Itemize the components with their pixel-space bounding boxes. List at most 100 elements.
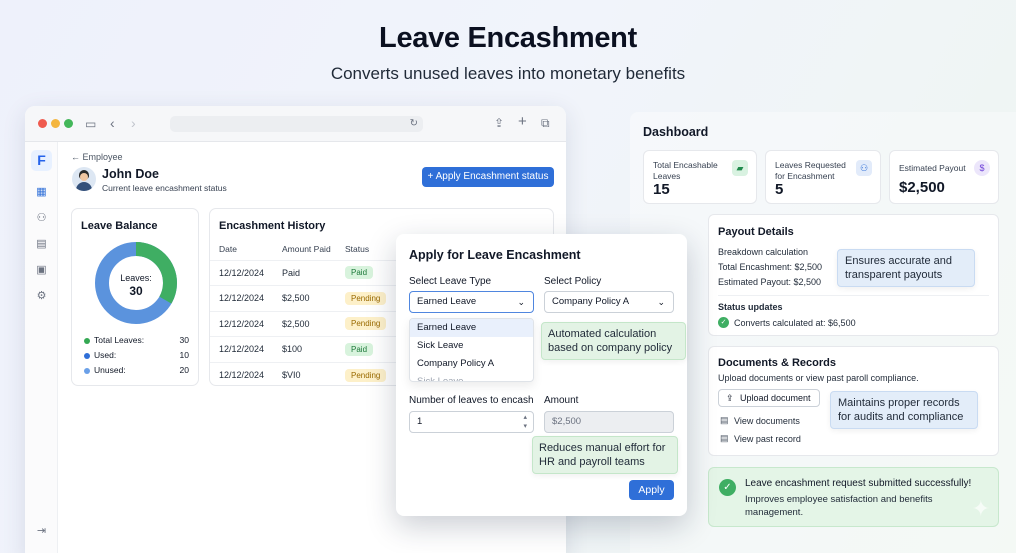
payout-title: Payout Details bbox=[718, 226, 794, 238]
calendar-icon[interactable]: ▣ bbox=[35, 264, 48, 277]
check-icon: ✓ bbox=[718, 317, 729, 328]
leave-balance-card: Leave Balance Leaves: 30 Total Leaves: 30… bbox=[71, 208, 199, 386]
amount-label: Amount bbox=[544, 395, 579, 406]
payout-total: Total Encashment: $2,500 bbox=[718, 262, 823, 272]
status-badge: Paid bbox=[345, 266, 374, 280]
upload-document-button[interactable]: ⇪ Upload document bbox=[718, 389, 820, 407]
tip-accurate-payouts: Ensures accurate and transparent payouts bbox=[837, 249, 975, 287]
leave-type-label: Select Leave Type bbox=[409, 276, 492, 287]
page-subtitle: Converts unused leaves into monetary ben… bbox=[330, 64, 686, 83]
legend-used: Used: 10 bbox=[84, 350, 189, 365]
dashboard-panel: Dashboard Total Encashable Leaves 15 ▰ L… bbox=[630, 112, 1016, 553]
employee-subtitle: Current leave encashment status bbox=[102, 183, 227, 193]
view-past-record-link[interactable]: View past record bbox=[734, 434, 801, 444]
leave-type-select[interactable]: Earned Leave ⌄ bbox=[409, 291, 534, 313]
tip-records: Maintains proper records for audits and … bbox=[830, 391, 978, 429]
back-link[interactable]: ← Employee bbox=[71, 152, 123, 162]
upload-icon: ⇪ bbox=[726, 393, 734, 403]
card-label: Leaves Requested for Encashment bbox=[775, 160, 846, 181]
col-date: Date bbox=[210, 238, 273, 261]
dashboard-icon[interactable]: ▦ bbox=[35, 186, 48, 199]
amount-field: $2,500 bbox=[544, 411, 674, 433]
modal-title: Apply for Leave Encashment bbox=[409, 248, 581, 262]
donut-center-label: Leaves: bbox=[120, 273, 152, 283]
history-title: Encashment History bbox=[219, 220, 326, 232]
policy-select[interactable]: Company Policy A ⌄ bbox=[544, 291, 674, 313]
card-label: Total Encashable Leaves bbox=[653, 160, 718, 181]
dropdown-option[interactable]: Earned Leave bbox=[410, 319, 533, 337]
users-icon[interactable]: ⚇ bbox=[35, 212, 48, 225]
legend-total: Total Leaves: 30 bbox=[84, 335, 189, 350]
leave-type-dropdown: Earned Leave Sick Leave Company Policy A… bbox=[409, 318, 534, 382]
close-dot[interactable] bbox=[38, 119, 47, 128]
sidebar-toggle-icon[interactable]: ▭ bbox=[85, 118, 96, 130]
app-sidebar: F ▦ ⚇ ▤ ▣ ⚙ ⇥ bbox=[25, 142, 58, 553]
apply-encashment-button[interactable]: + Apply Encashment status bbox=[422, 167, 554, 187]
tabs-icon[interactable]: ⧉ bbox=[541, 117, 550, 129]
reload-icon[interactable]: ↻ bbox=[410, 118, 418, 130]
dropdown-option[interactable]: Company Policy A bbox=[410, 355, 533, 373]
settings-icon[interactable]: ⚙ bbox=[35, 290, 48, 303]
new-tab-icon[interactable]: + bbox=[518, 114, 527, 129]
user-check-icon: ⚇ bbox=[856, 160, 872, 176]
status-badge: Paid bbox=[345, 342, 374, 356]
num-leaves-label: Number of leaves to encash bbox=[409, 395, 534, 406]
legend-unused: Unused: 20 bbox=[84, 365, 189, 380]
status-updates-title: Status updates bbox=[718, 302, 783, 312]
wallet-icon: ▰ bbox=[732, 160, 748, 176]
status-badge: Pending bbox=[345, 368, 387, 382]
stepper-icon[interactable]: ▴ ▾ bbox=[523, 413, 527, 431]
col-amount: Amount Paid bbox=[273, 238, 336, 261]
view-documents-link[interactable]: View documents bbox=[734, 416, 800, 426]
minimize-dot[interactable] bbox=[51, 119, 60, 128]
page-title: Leave Encashment bbox=[379, 22, 637, 54]
status-item: Converts calculated at: $6,500 bbox=[734, 318, 856, 328]
share-icon[interactable]: ⇪ bbox=[494, 117, 504, 129]
payout-breakdown: Breakdown calculation bbox=[718, 247, 809, 257]
avatar bbox=[72, 167, 96, 191]
chevron-down-icon: ⌄ bbox=[517, 297, 525, 307]
employee-name: John Doe bbox=[102, 167, 159, 181]
card-value: 5 bbox=[775, 181, 784, 198]
app-logo: F bbox=[31, 150, 52, 171]
payout-estimated: Estimated Payout: $2,500 bbox=[718, 277, 822, 287]
maximize-dot[interactable] bbox=[64, 119, 73, 128]
card-label: Estimated Payout bbox=[899, 163, 966, 173]
browser-toolbar: ▭ ‹ › ↻ ⇪ + ⧉ bbox=[25, 106, 566, 142]
dollar-icon: $ bbox=[974, 160, 990, 176]
document-icon[interactable]: ▤ bbox=[35, 238, 48, 251]
apply-encashment-modal: Apply for Leave Encashment Select Leave … bbox=[396, 234, 687, 516]
forward-icon[interactable]: › bbox=[131, 116, 136, 130]
file-icon: ▤ bbox=[720, 433, 729, 443]
leave-balance-title: Leave Balance bbox=[81, 220, 158, 232]
dropdown-option[interactable]: Sick Leave bbox=[410, 337, 533, 355]
status-badge: Pending bbox=[345, 291, 387, 305]
dropdown-option[interactable]: Sick Leave bbox=[410, 373, 533, 381]
address-bar[interactable]: ↻ bbox=[170, 116, 423, 132]
success-title: Leave encashment request submitted succe… bbox=[745, 478, 972, 489]
leave-donut-chart bbox=[95, 242, 177, 324]
success-banner: ✓ Leave encashment request submitted suc… bbox=[708, 467, 999, 527]
policy-label: Select Policy bbox=[544, 276, 602, 287]
leaves-requested-card: Leaves Requested for Encashment 5 ⚇ bbox=[765, 150, 881, 204]
status-badge: Pending bbox=[345, 317, 387, 331]
tip-automated-calculation: Automated calculation based on company p… bbox=[541, 322, 686, 360]
documents-title: Documents & Records bbox=[718, 357, 836, 369]
file-icon: ▤ bbox=[720, 415, 729, 425]
success-body: Improves employee satisfaction and benef… bbox=[745, 494, 933, 518]
num-leaves-input[interactable]: 1 ▴ ▾ bbox=[409, 411, 534, 433]
sparkle-icon: ✦ bbox=[971, 496, 990, 521]
logout-icon[interactable]: ⇥ bbox=[35, 525, 48, 538]
chevron-down-icon: ⌄ bbox=[657, 297, 665, 307]
dashboard-title: Dashboard bbox=[643, 125, 709, 139]
documents-subtitle: Upload documents or view past paroll com… bbox=[718, 373, 919, 383]
apply-button[interactable]: Apply bbox=[629, 480, 674, 500]
donut-center-value: 30 bbox=[129, 284, 143, 298]
total-encashable-card: Total Encashable Leaves 15 ▰ bbox=[643, 150, 757, 204]
card-value: 15 bbox=[653, 181, 670, 198]
estimated-payout-card: Estimated Payout $2,500 $ bbox=[889, 150, 999, 204]
card-value: $2,500 bbox=[899, 179, 945, 196]
leave-legend: Total Leaves: 30 Used: 10 Unused: 20 bbox=[84, 335, 189, 380]
tip-manual-effort: Reduces manual effort for HR and payroll… bbox=[532, 436, 678, 474]
back-icon[interactable]: ‹ bbox=[110, 116, 115, 130]
